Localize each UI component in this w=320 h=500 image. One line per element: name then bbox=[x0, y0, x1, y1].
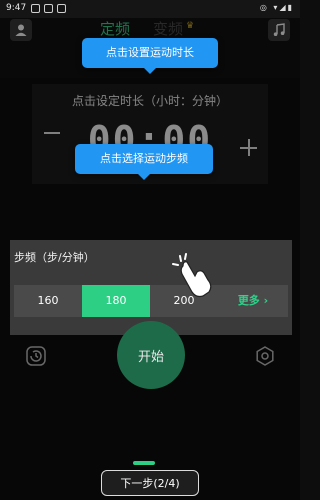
guide-page-indicator bbox=[133, 461, 155, 465]
cadence-title: 步频（步/分钟） bbox=[14, 251, 95, 264]
cadence-option-180[interactable]: 180 bbox=[82, 285, 150, 317]
start-button[interactable]: 开始 bbox=[117, 321, 185, 389]
tab-variable-frequency[interactable]: 变频 bbox=[153, 18, 183, 39]
duration-label: 点击设定时长（小时：分钟） bbox=[71, 94, 228, 108]
history-button[interactable] bbox=[25, 345, 47, 367]
cadence-option-160[interactable]: 160 bbox=[14, 285, 82, 317]
tooltip-arrow bbox=[138, 174, 150, 180]
start-label: 开始 bbox=[137, 349, 164, 365]
cadence-more-button[interactable]: 更多 › bbox=[218, 285, 288, 317]
crown-icon: ♛ bbox=[186, 21, 195, 31]
tooltip-set-duration: 点击设置运动时长 bbox=[82, 38, 218, 68]
music-button[interactable] bbox=[268, 19, 290, 41]
tab-fixed-frequency[interactable]: 定频 bbox=[100, 18, 130, 39]
status-indicators-icon: ◎ ▾◢▮ bbox=[259, 3, 294, 12]
settings-button[interactable] bbox=[254, 345, 276, 367]
hand-pointer-icon bbox=[172, 253, 212, 298]
music-note-icon bbox=[273, 23, 285, 36]
plus-icon bbox=[247, 139, 250, 156]
next-step-button[interactable]: 下一步(2/4) bbox=[101, 470, 199, 496]
profile-button[interactable] bbox=[10, 19, 32, 41]
history-icon bbox=[26, 346, 46, 366]
tooltip-arrow bbox=[144, 68, 156, 74]
gear-icon bbox=[256, 346, 274, 366]
person-icon bbox=[15, 24, 27, 36]
download-icon bbox=[57, 4, 66, 13]
notification-icon bbox=[31, 4, 40, 13]
tooltip-select-cadence: 点击选择运动步频 bbox=[75, 144, 213, 174]
decrease-duration-button[interactable] bbox=[44, 132, 60, 134]
status-time: 9:47 bbox=[6, 3, 27, 13]
image-icon bbox=[44, 4, 53, 13]
